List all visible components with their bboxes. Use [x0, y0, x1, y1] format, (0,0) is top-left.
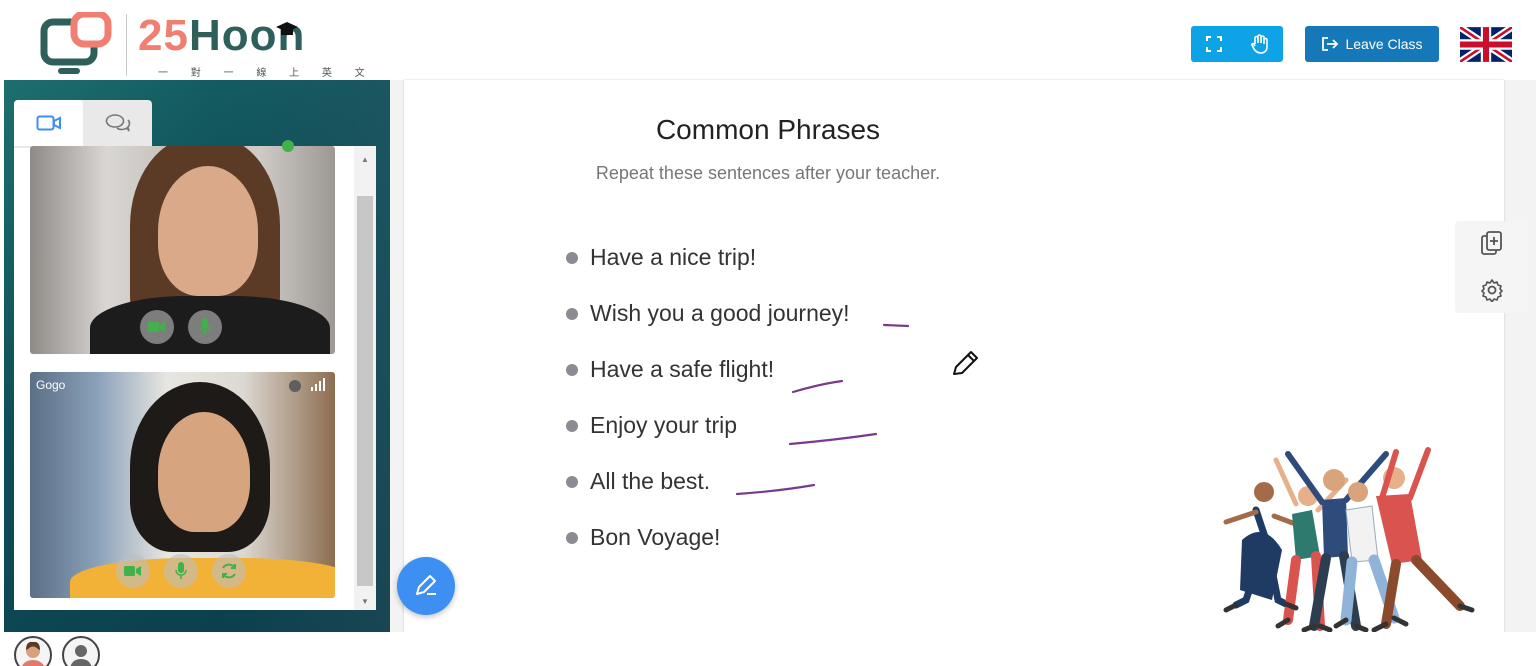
- refresh-video-button[interactable]: [212, 554, 246, 588]
- pen-tool-button[interactable]: [397, 557, 455, 615]
- mic-toggle-button[interactable]: [164, 554, 198, 588]
- camera-toggle-button[interactable]: [140, 310, 174, 344]
- bullet-icon: [566, 531, 578, 544]
- person-face: [158, 166, 258, 296]
- exit-icon: [1322, 37, 1339, 51]
- person-face: [158, 412, 250, 532]
- uk-flag-icon[interactable]: [1460, 27, 1512, 62]
- raise-hand-icon[interactable]: [1247, 31, 1273, 57]
- pen-icon: [416, 575, 436, 595]
- user-avatar-icon[interactable]: [62, 636, 100, 666]
- add-page-icon[interactable]: [1477, 229, 1507, 259]
- graduation-cap-icon: [276, 22, 298, 35]
- status-dot: [289, 380, 301, 392]
- teacher-avatar-icon[interactable]: [14, 636, 52, 666]
- phrase-item: Bon Voyage!: [566, 524, 720, 551]
- fullscreen-icon[interactable]: [1201, 31, 1227, 57]
- video-list-scrollbar[interactable]: ▲ ▼: [354, 146, 376, 610]
- scroll-down-arrow-icon[interactable]: ▼: [354, 592, 376, 610]
- video-controls: [140, 310, 222, 344]
- video-participant-name: Gogo: [36, 378, 66, 392]
- camera-icon: [148, 322, 165, 332]
- phrase-text: Wish you a good journey!: [590, 300, 850, 326]
- phrase-text: Have a nice trip!: [590, 244, 757, 270]
- refresh-icon: [222, 563, 236, 579]
- video-controls: [116, 554, 246, 588]
- video-tile-student: Gogo: [30, 372, 335, 598]
- leave-class-label: Leave Class: [1345, 36, 1423, 52]
- scroll-thumb[interactable]: [357, 196, 373, 586]
- side-toolbar: [1455, 221, 1528, 313]
- settings-icon[interactable]: [1477, 275, 1507, 305]
- camera-toggle-button[interactable]: [116, 554, 150, 588]
- bullet-icon: [566, 419, 578, 432]
- phrase-item: Enjoy your trip: [566, 412, 737, 439]
- monitor-logo-icon: [40, 12, 112, 74]
- phrase-item: Have a safe flight!: [566, 356, 774, 383]
- classroom-screen: 25Hoon 一 對 一 線 上 英 文 Leave Class Gogo ▲ …: [0, 0, 1536, 666]
- phrase-text: Bon Voyage!: [590, 524, 721, 550]
- lesson-title: Common Phrases: [655, 114, 881, 145]
- phrase-text: Enjoy your trip: [590, 412, 738, 438]
- logo-number: 25: [138, 11, 189, 60]
- participants-bar: [0, 632, 1536, 666]
- bullet-icon: [566, 307, 578, 320]
- phrase-text: Have a safe flight!: [590, 356, 775, 382]
- mic-icon: [175, 562, 187, 579]
- logo-wordmark: 25Hoon: [138, 12, 305, 60]
- mic-toggle-button[interactable]: [188, 310, 222, 344]
- lesson-subtitle: Repeat these sentences after your teache…: [595, 163, 941, 183]
- mic-icon: [199, 318, 211, 335]
- leave-class-button[interactable]: Leave Class: [1305, 26, 1439, 62]
- camera-icon: [124, 566, 141, 576]
- logo-subtitle: 一 對 一 線 上 英 文: [158, 68, 375, 79]
- phrase-text: All the best.: [590, 468, 711, 494]
- bullet-icon: [566, 363, 578, 376]
- phrase-item: Wish you a good journey!: [566, 300, 850, 327]
- cheering-people-illustration: [1223, 447, 1475, 632]
- signal-strength-icon: [311, 378, 325, 391]
- phrase-item: Have a nice trip!: [566, 244, 756, 271]
- view-controls: [1191, 26, 1283, 62]
- top-header: 25Hoon 一 對 一 線 上 英 文 Leave Class: [0, 0, 1536, 80]
- bullet-icon: [566, 251, 578, 264]
- phrase-item: All the best.: [566, 468, 710, 495]
- bullet-icon: [566, 475, 578, 488]
- logo-divider: [126, 14, 127, 76]
